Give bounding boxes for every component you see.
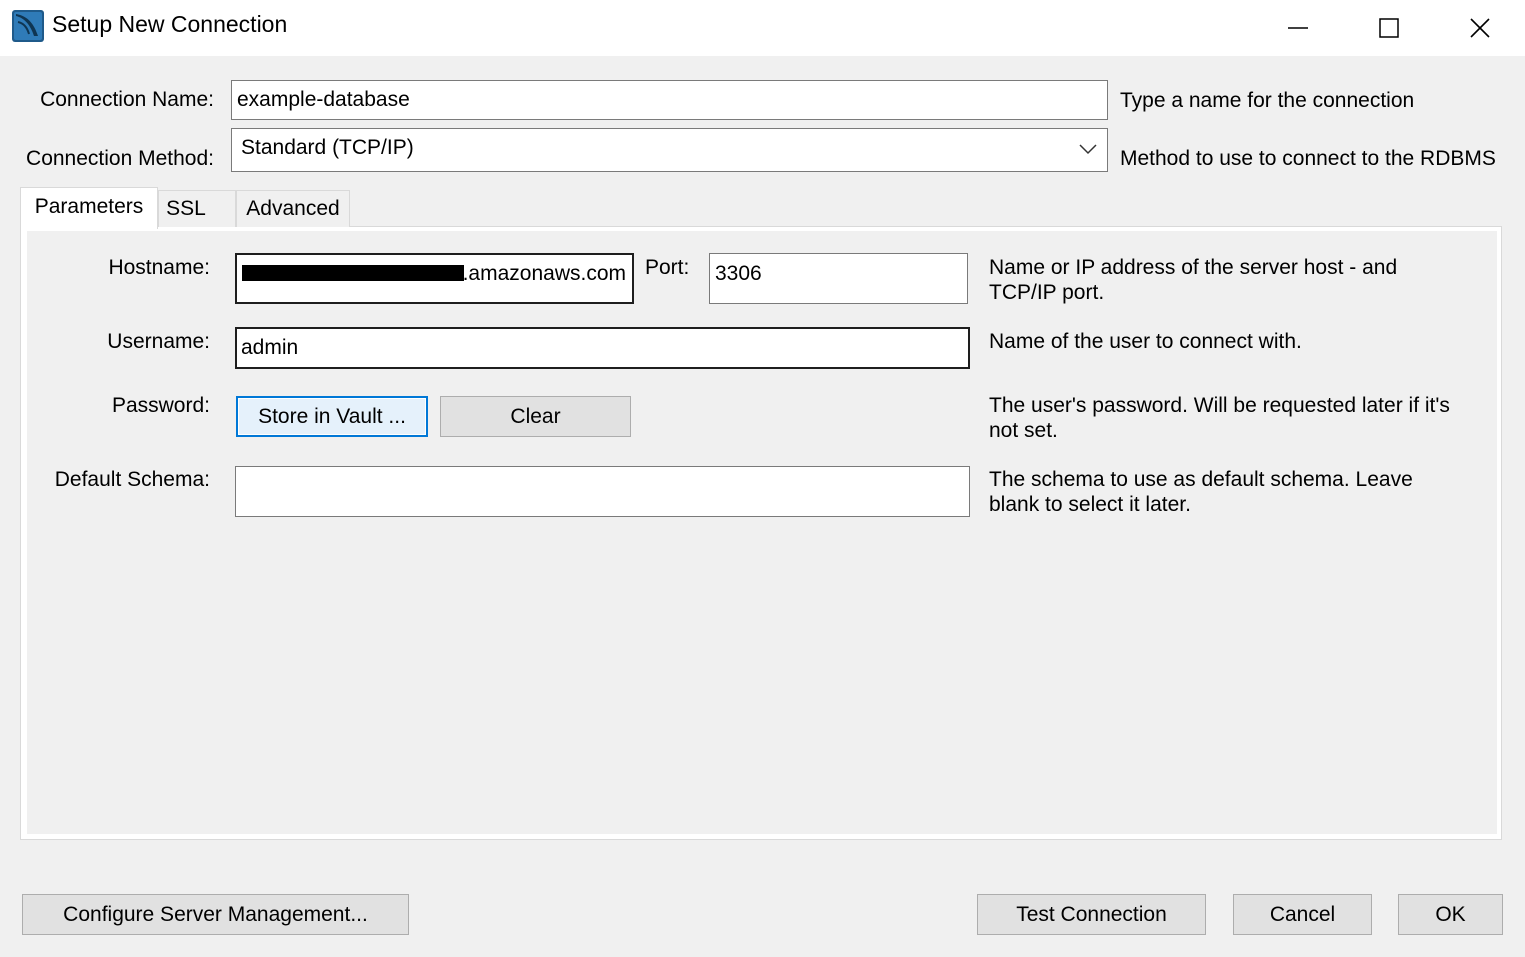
password-help-line-1: The user's password. Will be requested l…	[989, 394, 1450, 417]
redaction-bar	[242, 265, 464, 281]
minimize-button[interactable]	[1252, 0, 1344, 56]
connection-name-label: Connection Name:	[40, 88, 214, 111]
clear-password-label: Clear	[510, 404, 561, 428]
configure-server-management-button[interactable]: Configure Server Management...	[22, 894, 409, 935]
tab-advanced[interactable]: Advanced	[236, 190, 350, 227]
password-label: Password:	[111, 394, 210, 417]
window-title: Setup New Connection	[52, 11, 288, 37]
connection-method-select[interactable]: Standard (TCP/IP)	[231, 128, 1108, 172]
port-value: 3306	[715, 262, 762, 285]
hostname-label: Hostname:	[108, 256, 210, 279]
tab-ssl-label: SSL	[166, 197, 206, 220]
close-icon	[1470, 18, 1490, 38]
ok-button[interactable]: OK	[1398, 894, 1503, 935]
clear-password-button[interactable]: Clear	[440, 396, 631, 437]
username-input[interactable]: admin	[235, 327, 970, 369]
default-schema-help-line-2: blank to select it later.	[989, 493, 1191, 516]
configure-server-management-label: Configure Server Management...	[63, 902, 368, 926]
port-label: Port:	[645, 256, 690, 279]
default-schema-input[interactable]	[235, 466, 970, 517]
connection-name-input[interactable]: example-database	[231, 80, 1108, 120]
default-schema-label: Default Schema:	[54, 468, 210, 491]
store-in-vault-label: Store in Vault ...	[258, 404, 406, 428]
username-value: admin	[241, 336, 299, 359]
tab-ssl[interactable]: SSL	[158, 190, 236, 227]
tab-panel-content	[27, 231, 1497, 834]
tab-advanced-label: Advanced	[246, 197, 340, 220]
tab-parameters[interactable]: Parameters	[20, 187, 158, 229]
test-connection-label: Test Connection	[1016, 902, 1167, 926]
maximize-button[interactable]	[1343, 0, 1435, 56]
hostname-help-line-2: TCP/IP port.	[989, 281, 1105, 304]
close-button[interactable]	[1434, 0, 1525, 56]
connection-method-help: Method to use to connect to the RDBMS	[1120, 147, 1496, 170]
default-schema-help: The schema to use as default schema. Lea…	[989, 467, 1489, 517]
minimize-icon	[1288, 27, 1308, 29]
store-in-vault-button[interactable]: Store in Vault ...	[236, 396, 428, 437]
hostname-help-line-1: Name or IP address of the server host - …	[989, 256, 1398, 279]
mysql-workbench-icon	[12, 10, 44, 42]
connection-name-value: example-database	[237, 88, 410, 111]
chevron-down-icon	[1079, 144, 1097, 155]
password-help: The user's password. Will be requested l…	[989, 393, 1489, 443]
hostname-help: Name or IP address of the server host - …	[989, 255, 1489, 305]
connection-name-help: Type a name for the connection	[1120, 89, 1415, 112]
default-schema-help-line-1: The schema to use as default schema. Lea…	[989, 468, 1413, 491]
connection-method-label: Connection Method:	[26, 147, 214, 170]
username-label: Username:	[107, 330, 210, 353]
hostname-value: .amazonaws.com	[462, 261, 626, 285]
connection-method-value: Standard (TCP/IP)	[241, 136, 414, 159]
username-help: Name of the user to connect with.	[989, 330, 1302, 353]
password-help-line-2: not set.	[989, 419, 1058, 442]
port-input[interactable]: 3306	[709, 253, 968, 304]
tab-parameters-label: Parameters	[34, 194, 144, 218]
cancel-label: Cancel	[1269, 902, 1336, 926]
maximize-icon	[1379, 18, 1399, 38]
cancel-button[interactable]: Cancel	[1233, 894, 1372, 935]
test-connection-button[interactable]: Test Connection	[977, 894, 1206, 935]
ok-label: OK	[1435, 902, 1466, 926]
hostname-input[interactable]: .amazonaws.com	[235, 253, 634, 304]
